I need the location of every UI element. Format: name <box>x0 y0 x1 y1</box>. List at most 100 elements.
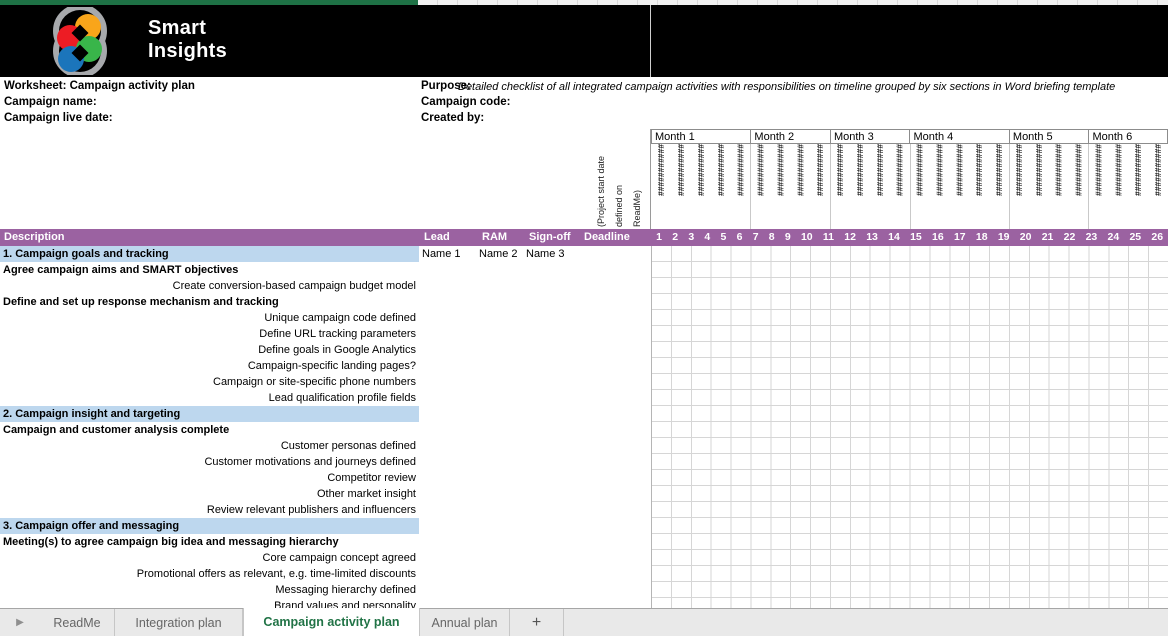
date-cell-overflow-21[interactable]: ########### <box>1049 144 1069 229</box>
lead-cell[interactable]: Name 1 <box>422 246 478 262</box>
task-description-cell[interactable]: Other market insight <box>0 486 419 502</box>
date-cell-overflow-19[interactable]: ########### <box>1009 144 1029 229</box>
signoff-cell[interactable]: Name 3 <box>526 246 580 262</box>
task-description-cell[interactable]: Messaging hierarchy defined <box>0 582 419 598</box>
date-cell-overflow-5[interactable]: ########### <box>731 144 751 229</box>
date-cell-overflow-16[interactable]: ########### <box>949 144 969 229</box>
week-number-24[interactable]: 24 <box>1102 229 1124 246</box>
task-description-cell[interactable]: Core campaign concept agreed <box>0 550 419 566</box>
month-header-1[interactable]: Month 1 <box>651 130 750 143</box>
week-number-18[interactable]: 18 <box>971 229 993 246</box>
week-number-25[interactable]: 25 <box>1124 229 1146 246</box>
week-number-11[interactable]: 11 <box>818 229 839 246</box>
date-cell-overflow-12[interactable]: ########### <box>870 144 890 229</box>
month-header-3[interactable]: Month 3 <box>830 130 910 143</box>
date-cell-overflow-9[interactable]: ########### <box>810 144 830 229</box>
week-number-21[interactable]: 21 <box>1037 229 1059 246</box>
sheet-nav-button[interactable]: ▶ <box>0 609 40 636</box>
date-cell-overflow-3[interactable]: ########### <box>691 144 711 229</box>
date-cell-overflow-2[interactable]: ########### <box>671 144 691 229</box>
month-header-6[interactable]: Month 6 <box>1088 130 1168 143</box>
task-description-cell[interactable]: Unique campaign code defined <box>0 310 419 326</box>
task-description-cell[interactable]: Create conversion-based campaign budget … <box>0 278 419 294</box>
date-cell-overflow-20[interactable]: ########### <box>1029 144 1049 229</box>
task-description-cell[interactable]: Campaign-specific landing pages? <box>0 358 419 374</box>
date-cell-overflow-18[interactable]: ########### <box>989 144 1009 229</box>
task-description-cell[interactable]: Competitor review <box>0 470 419 486</box>
task-description-cell[interactable]: Define URL tracking parameters <box>0 326 419 342</box>
week-number-10[interactable]: 10 <box>796 229 818 246</box>
date-cell-overflow-17[interactable]: ########### <box>969 144 989 229</box>
date-cell-overflow-10[interactable]: ########### <box>830 144 850 229</box>
month-header-4[interactable]: Month 4 <box>909 130 1008 143</box>
task-description-cell[interactable]: Review relevant publishers and influence… <box>0 502 419 518</box>
worksheet-label[interactable]: Worksheet: Campaign activity plan <box>4 80 195 92</box>
sheet-tab-readme[interactable]: ReadMe <box>40 609 115 636</box>
section-description-cell[interactable]: 1. Campaign goals and tracking <box>0 246 419 262</box>
week-number-26[interactable]: 26 <box>1146 229 1168 246</box>
week-number-1[interactable]: 1 <box>651 229 667 246</box>
sheet-tab-annual-plan[interactable]: Annual plan <box>420 609 510 636</box>
date-cell-overflow-11[interactable]: ########### <box>850 144 870 229</box>
week-number-15[interactable]: 15 <box>905 229 927 246</box>
month-header-2[interactable]: Month 2 <box>750 130 830 143</box>
timeline-grid[interactable] <box>651 246 1168 608</box>
date-cell-overflow-22[interactable]: ########### <box>1068 144 1088 229</box>
task-description-cell[interactable]: Customer personas defined <box>0 438 419 454</box>
subhead-description-cell[interactable]: Campaign and customer analysis complete <box>0 422 419 438</box>
add-sheet-button[interactable]: + <box>510 609 564 636</box>
sheet-tab-integration-plan[interactable]: Integration plan <box>115 609 243 636</box>
week-number-3[interactable]: 3 <box>683 229 699 246</box>
section-description-cell[interactable]: 3. Campaign offer and messaging <box>0 518 419 534</box>
section-description-cell[interactable]: 2. Campaign insight and targeting <box>0 406 419 422</box>
week-number-7[interactable]: 7 <box>748 229 764 246</box>
week-number-2[interactable]: 2 <box>667 229 683 246</box>
week-number-20[interactable]: 20 <box>1015 229 1037 246</box>
week-number-19[interactable]: 19 <box>993 229 1015 246</box>
header-signoff[interactable]: Sign-off <box>525 229 580 246</box>
ram-cell[interactable]: Name 2 <box>479 246 525 262</box>
month-header-5[interactable]: Month 5 <box>1009 130 1089 143</box>
week-number-17[interactable]: 17 <box>949 229 971 246</box>
week-number-16[interactable]: 16 <box>927 229 949 246</box>
week-number-12[interactable]: 12 <box>839 229 861 246</box>
header-deadline[interactable]: Deadline <box>580 229 650 246</box>
campaign-live-date-label[interactable]: Campaign live date: <box>4 112 113 124</box>
task-description-cell[interactable]: Brand values and personality <box>0 598 419 608</box>
week-number-14[interactable]: 14 <box>883 229 905 246</box>
date-cell-overflow-4[interactable]: ########### <box>711 144 731 229</box>
date-cell-overflow-15[interactable]: ########### <box>929 144 949 229</box>
sheet-tab-campaign-activity-plan[interactable]: Campaign activity plan <box>243 608 420 636</box>
task-description-cell[interactable]: Define goals in Google Analytics <box>0 342 419 358</box>
subhead-description-cell[interactable]: Agree campaign aims and SMART objectives <box>0 262 419 278</box>
week-number-4[interactable]: 4 <box>699 229 715 246</box>
week-number-6[interactable]: 6 <box>731 229 747 246</box>
task-description-cell[interactable]: Lead qualification profile fields <box>0 390 419 406</box>
date-cell-overflow-14[interactable]: ########### <box>909 144 929 229</box>
week-number-9[interactable]: 9 <box>780 229 796 246</box>
date-cell-overflow-25[interactable]: ########### <box>1128 144 1148 229</box>
campaign-code-label[interactable]: Campaign code: <box>421 96 510 108</box>
header-ram[interactable]: RAM <box>478 229 525 246</box>
header-lead[interactable]: Lead <box>420 229 478 246</box>
task-description-cell[interactable]: Customer motivations and journeys define… <box>0 454 419 470</box>
date-cell-overflow-13[interactable]: ########### <box>890 144 910 229</box>
week-number-23[interactable]: 23 <box>1080 229 1102 246</box>
header-description[interactable]: Description <box>0 229 419 246</box>
created-by-label[interactable]: Created by: <box>421 112 484 124</box>
date-cell-overflow-6[interactable]: ########### <box>750 144 770 229</box>
week-number-13[interactable]: 13 <box>861 229 883 246</box>
subhead-description-cell[interactable]: Meeting(s) to agree campaign big idea an… <box>0 534 419 550</box>
date-cell-overflow-8[interactable]: ########### <box>790 144 810 229</box>
date-cell-overflow-24[interactable]: ########### <box>1108 144 1128 229</box>
campaign-name-label[interactable]: Campaign name: <box>4 96 97 108</box>
date-cell-overflow-1[interactable]: ########### <box>651 144 671 229</box>
task-description-cell[interactable]: Promotional offers as relevant, e.g. tim… <box>0 566 419 582</box>
week-number-22[interactable]: 22 <box>1059 229 1081 246</box>
date-cell-overflow-23[interactable]: ########### <box>1088 144 1108 229</box>
date-cell-overflow-26[interactable]: ########### <box>1148 144 1168 229</box>
subhead-description-cell[interactable]: Define and set up response mechanism and… <box>0 294 419 310</box>
task-description-cell[interactable]: Campaign or site-specific phone numbers <box>0 374 419 390</box>
week-number-8[interactable]: 8 <box>764 229 780 246</box>
week-number-5[interactable]: 5 <box>715 229 731 246</box>
